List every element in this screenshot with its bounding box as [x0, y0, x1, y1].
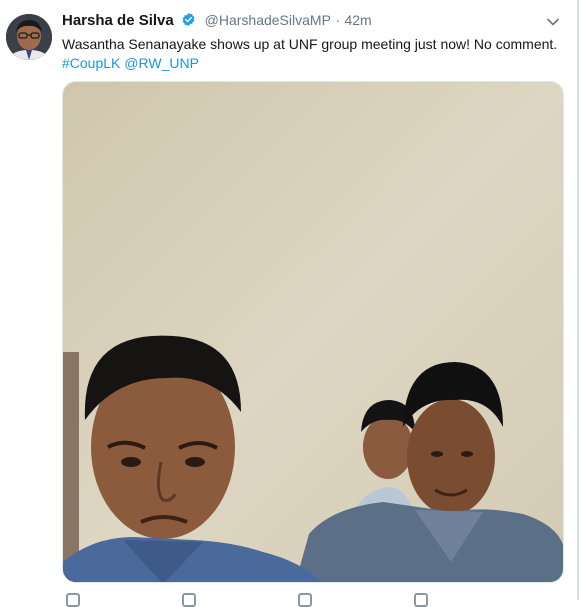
tweet-header: Harsha de Silva @HarshadeSilvaMP · 42m — [62, 12, 559, 34]
time-separator: · — [335, 12, 341, 28]
tweet-photo[interactable] — [62, 81, 564, 583]
tweet-body: Wasantha Senanayake shows up at UNF grou… — [62, 36, 558, 52]
tweet-time[interactable]: 42m — [344, 12, 371, 28]
verified-badge-icon — [182, 12, 195, 27]
author-handle[interactable]: @HarshadeSilvaMP — [205, 12, 331, 28]
tweet-actions — [62, 588, 562, 607]
author-avatar[interactable] — [6, 14, 52, 60]
mention-link[interactable]: @RW_UNP — [124, 55, 199, 71]
chevron-down-icon[interactable] — [545, 14, 561, 30]
tweet-text: Wasantha Senanayake shows up at UNF grou… — [62, 35, 562, 73]
photo-image — [63, 82, 563, 582]
retweet-icon[interactable] — [182, 593, 196, 607]
avatar-image — [6, 14, 52, 60]
author-name[interactable]: Harsha de Silva — [62, 12, 174, 29]
like-icon[interactable] — [298, 593, 312, 607]
hashtag-link[interactable]: #CoupLK — [62, 55, 120, 71]
share-icon[interactable] — [414, 593, 428, 607]
reply-icon[interactable] — [66, 593, 80, 607]
